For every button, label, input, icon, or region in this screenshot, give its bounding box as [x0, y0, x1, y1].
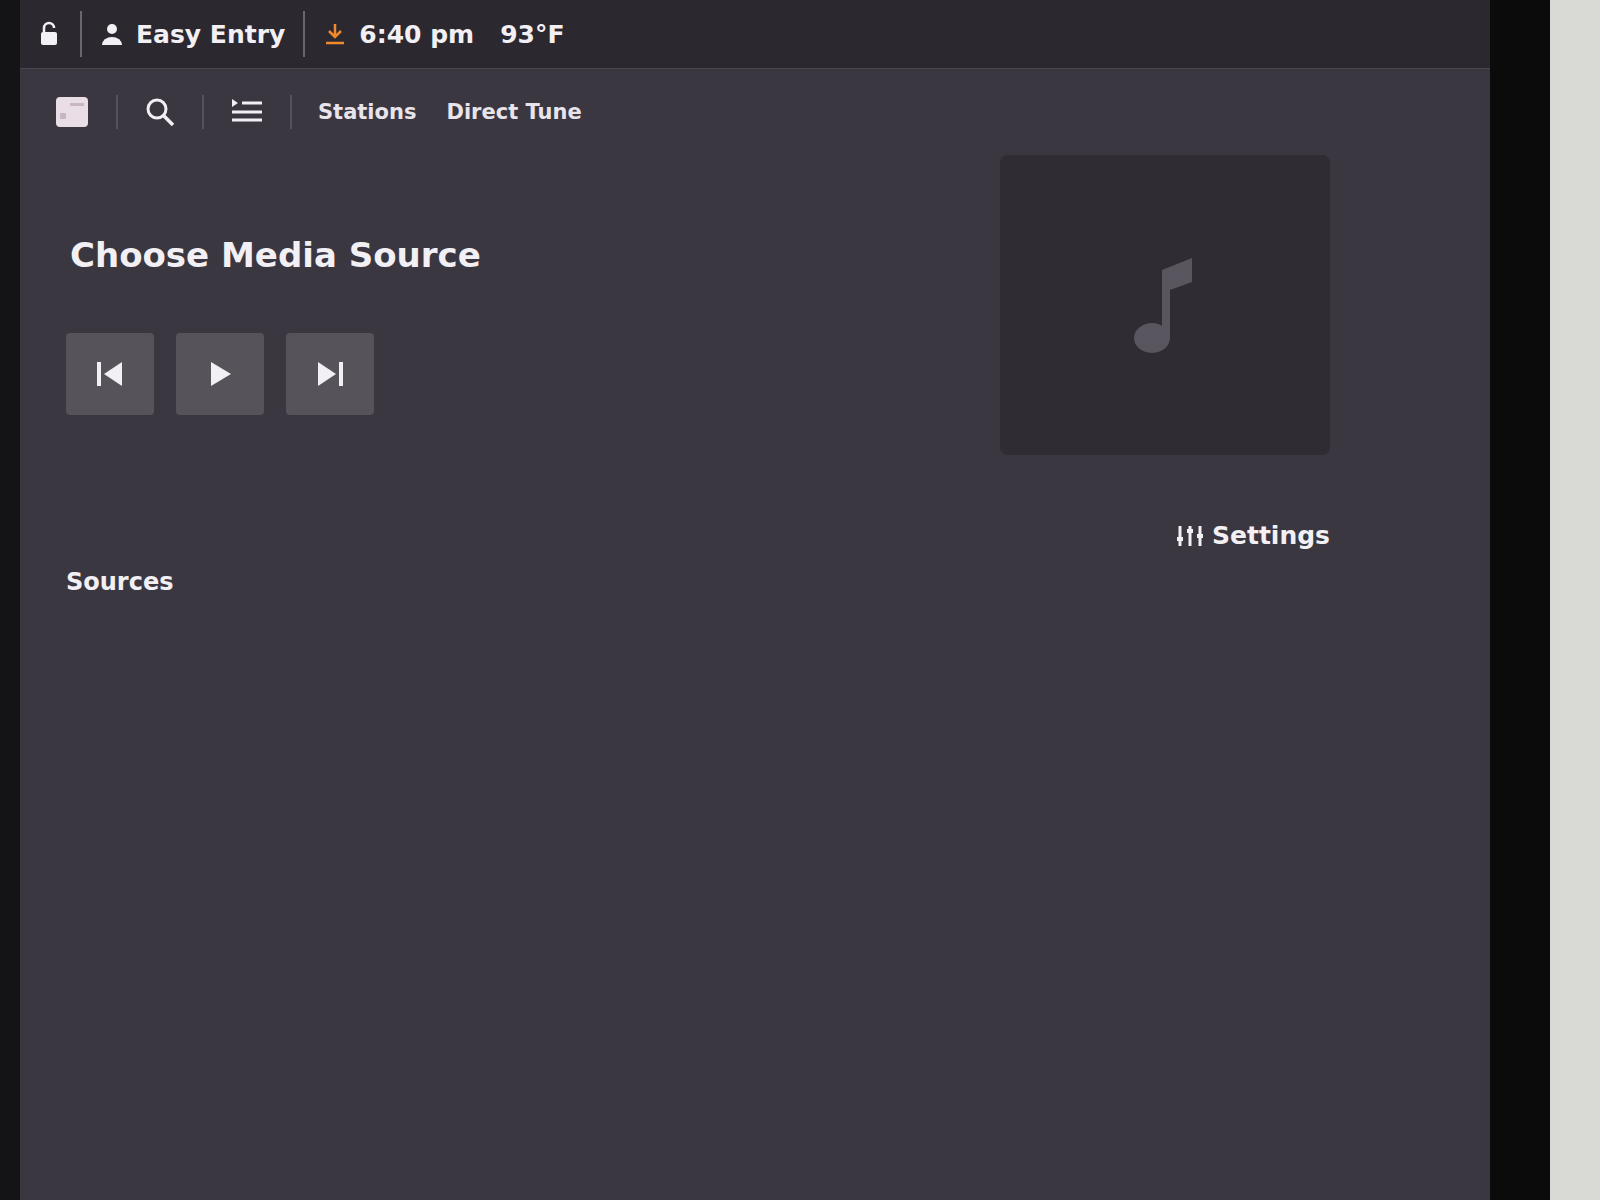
next-icon — [314, 359, 346, 389]
profile-name: Easy Entry — [136, 20, 285, 49]
page: Easy Entry 6:40 pm 93°F Stations Direct T… — [0, 0, 1600, 1200]
play-icon — [205, 359, 235, 389]
toolbar-tab[interactable]: Stations — [314, 94, 420, 130]
person-icon — [100, 22, 124, 46]
screen-bezel — [1490, 0, 1550, 1200]
clock: 6:40 pm 93°F — [323, 20, 564, 49]
media-toolbar: Stations Direct Tune — [20, 69, 1490, 155]
settings-label: Settings — [1212, 521, 1330, 550]
background — [1550, 0, 1600, 1200]
status-bar: Easy Entry 6:40 pm 93°F — [20, 0, 1490, 69]
separator — [80, 11, 82, 57]
unlocked-icon — [38, 21, 62, 47]
playback-controls — [66, 333, 481, 415]
equalizer-icon — [1176, 524, 1204, 548]
next-button[interactable] — [286, 333, 374, 415]
search-button[interactable] — [140, 92, 180, 132]
previous-icon — [94, 359, 126, 389]
previous-button[interactable] — [66, 333, 154, 415]
temperature: 93°F — [500, 20, 564, 49]
search-icon — [144, 96, 176, 128]
lock-button[interactable] — [38, 21, 62, 47]
separator — [202, 95, 204, 129]
radio-source-button[interactable] — [50, 91, 94, 133]
time: 6:40 pm — [359, 20, 474, 49]
separator — [290, 95, 292, 129]
toolbar-tab[interactable]: Direct Tune — [442, 94, 585, 130]
album-art — [1000, 155, 1330, 455]
media-title: Choose Media Source — [70, 235, 481, 275]
sources-heading: Sources — [66, 568, 1330, 596]
list-icon — [230, 97, 264, 127]
queue-button[interactable] — [226, 93, 268, 131]
download-icon — [323, 22, 347, 46]
media-panel: Choose Media Source Settings Sources — [20, 155, 1490, 1200]
music-note-icon — [1130, 250, 1200, 360]
profile-button[interactable]: Easy Entry — [100, 20, 285, 49]
separator — [303, 11, 305, 57]
play-button[interactable] — [176, 333, 264, 415]
settings-button[interactable]: Settings — [1176, 517, 1330, 554]
radio-icon — [54, 95, 90, 129]
separator — [116, 95, 118, 129]
touchscreen: Easy Entry 6:40 pm 93°F Stations Direct T… — [20, 0, 1490, 1200]
